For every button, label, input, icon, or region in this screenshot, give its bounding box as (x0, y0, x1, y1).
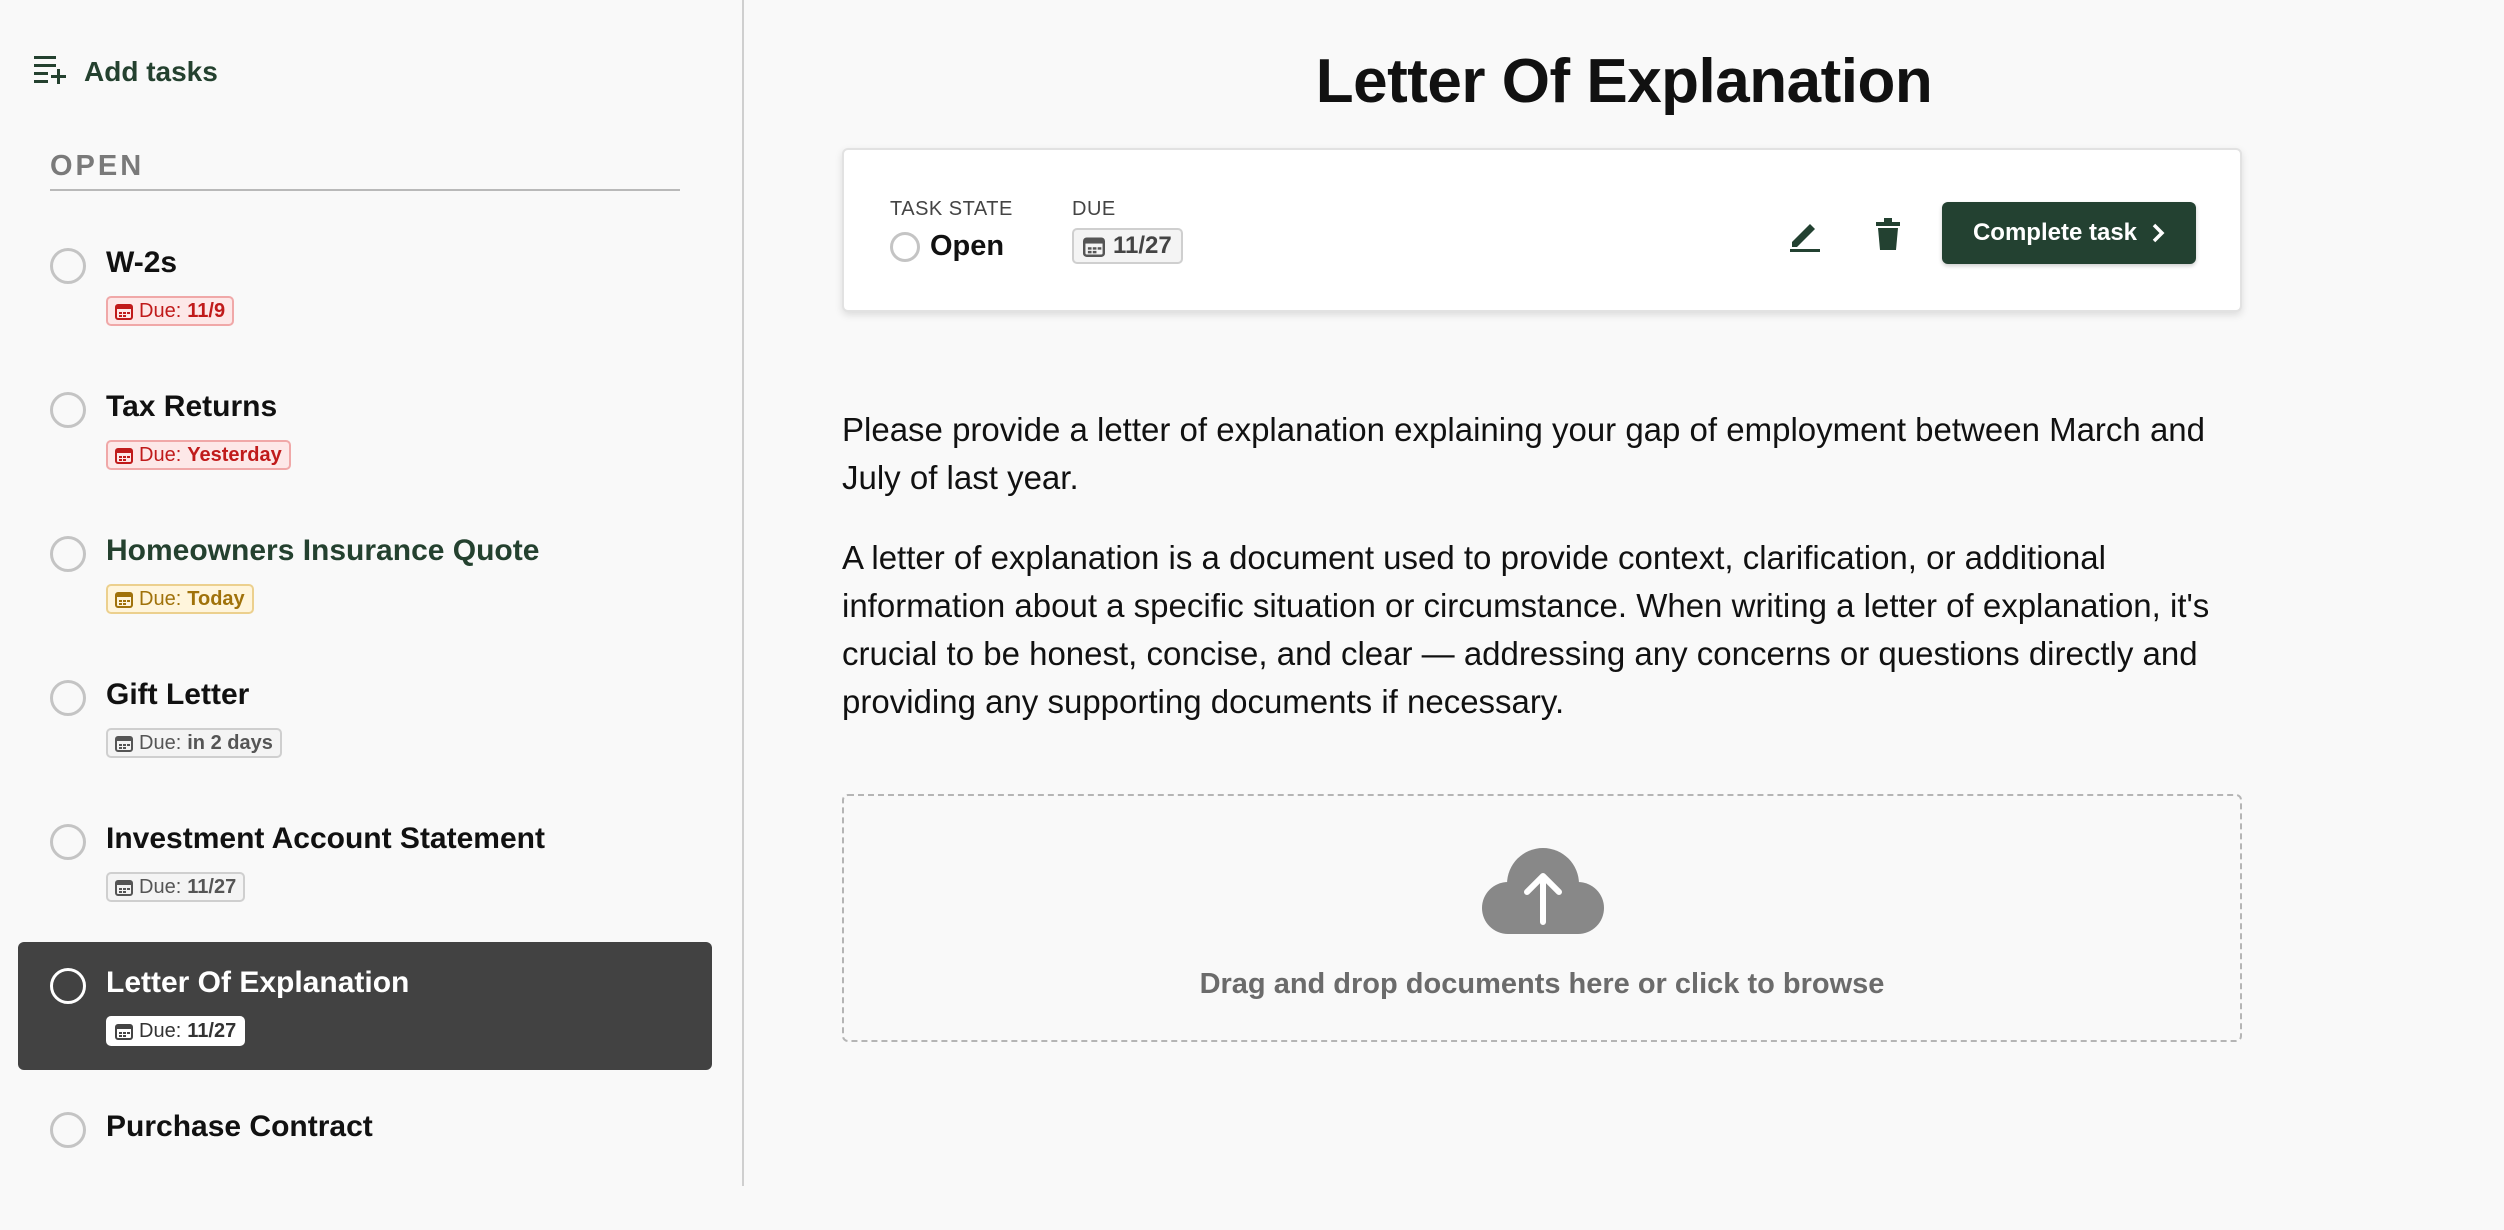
due-prefix: Due: (139, 443, 182, 466)
complete-task-label: Complete task (1972, 219, 2138, 246)
calendar-icon (115, 304, 133, 320)
due-value: Today (187, 587, 245, 610)
task-item-letter-of-explanation[interactable]: Letter Of Explanation Due: 11/27 (18, 942, 712, 1070)
task-description: Please provide a letter of explanation e… (842, 406, 2262, 758)
task-item-tax-returns[interactable]: Tax Returns Due: Yesterday (18, 366, 712, 494)
due-value: 11/27 (187, 1019, 237, 1042)
due-badge: Due: in 2 days (106, 728, 282, 758)
calendar-icon (115, 880, 133, 896)
task-title: W-2s (106, 246, 178, 279)
task-state-value: Open (930, 230, 1005, 262)
due-badge: Due: 11/27 (106, 1016, 246, 1046)
task-checkbox[interactable] (50, 680, 86, 716)
task-item-investment-account-statement[interactable]: Investment Account Statement Due: 11/27 (18, 798, 712, 926)
task-checkbox[interactable] (50, 248, 86, 284)
task-title: Investment Account Statement (106, 822, 545, 855)
task-item-gift-letter[interactable]: Gift Letter Due: in 2 days (18, 654, 712, 782)
sidebar: Add tasks OPEN W-2s Due: 11/9 Tax Return… (0, 0, 744, 1186)
due-badge: Due: 11/27 (106, 872, 246, 902)
delete-button[interactable] (1866, 212, 1910, 256)
task-checkbox[interactable] (50, 824, 86, 860)
add-list-icon (34, 54, 66, 89)
due-badge: Due: Yesterday (106, 440, 291, 470)
due-date-pill: 11/27 (1072, 228, 1183, 264)
task-detail-card: TASK STATE Open DUE 11/27 Complete task (842, 148, 2242, 312)
add-tasks-label: Add tasks (84, 55, 218, 87)
pencil-icon (1790, 224, 1820, 252)
due-prefix: Due: (139, 587, 182, 610)
task-state: Open (890, 230, 1004, 263)
section-header-open: OPEN (50, 150, 680, 191)
state-radio-icon (890, 231, 920, 262)
complete-task-button[interactable]: Complete task (1942, 202, 2196, 264)
calendar-icon (115, 736, 133, 752)
chevron-right-icon (2152, 223, 2165, 243)
add-tasks-button[interactable]: Add tasks (34, 54, 218, 89)
due-prefix: Due: (139, 1019, 182, 1042)
due-date-value: 11/27 (1113, 232, 1172, 259)
trash-icon (1876, 218, 1900, 250)
task-checkbox[interactable] (50, 536, 86, 572)
task-title: Gift Letter (106, 678, 250, 711)
due-badge: Due: Today (106, 584, 254, 614)
calendar-icon (115, 448, 133, 464)
cloud-upload-icon (1482, 848, 1604, 934)
task-title: Purchase Contract (106, 1110, 373, 1143)
description-paragraph: A letter of explanation is a document us… (842, 539, 2210, 720)
document-dropzone[interactable]: Drag and drop documents here or click to… (842, 794, 2242, 1042)
due-value: 11/9 (187, 299, 226, 322)
due-value: Yesterday (187, 443, 282, 466)
task-state-label: TASK STATE (890, 198, 1013, 220)
calendar-icon (115, 1024, 133, 1040)
task-item-homeowners-insurance-quote[interactable]: Homeowners Insurance Quote Due: Today (18, 510, 712, 638)
due-prefix: Due: (139, 731, 182, 754)
task-title: Homeowners Insurance Quote (106, 534, 540, 567)
task-checkbox[interactable] (50, 968, 86, 1004)
due-label: DUE (1072, 198, 1116, 220)
task-item-purchase-contract[interactable]: Purchase Contract (18, 1086, 712, 1214)
task-item-w2s[interactable]: W-2s Due: 11/9 (18, 222, 712, 350)
task-list: W-2s Due: 11/9 Tax Returns Due: Yesterda… (18, 222, 712, 1230)
description-paragraph: Please provide a letter of explanation e… (842, 411, 2206, 496)
calendar-icon (115, 592, 133, 608)
task-checkbox[interactable] (50, 392, 86, 428)
calendar-icon (1083, 237, 1105, 257)
due-value: 11/27 (187, 875, 237, 898)
due-prefix: Due: (139, 299, 182, 322)
task-checkbox[interactable] (50, 1112, 86, 1148)
page-title: Letter Of Explanation (1315, 47, 1933, 116)
due-prefix: Due: (139, 875, 182, 898)
task-title: Letter Of Explanation (106, 966, 410, 999)
dropzone-text: Drag and drop documents here or click to… (1199, 968, 1885, 1000)
task-title: Tax Returns (106, 390, 278, 423)
edit-button[interactable] (1782, 212, 1826, 256)
due-value: in 2 days (187, 731, 273, 754)
due-badge: Due: 11/9 (106, 296, 235, 326)
